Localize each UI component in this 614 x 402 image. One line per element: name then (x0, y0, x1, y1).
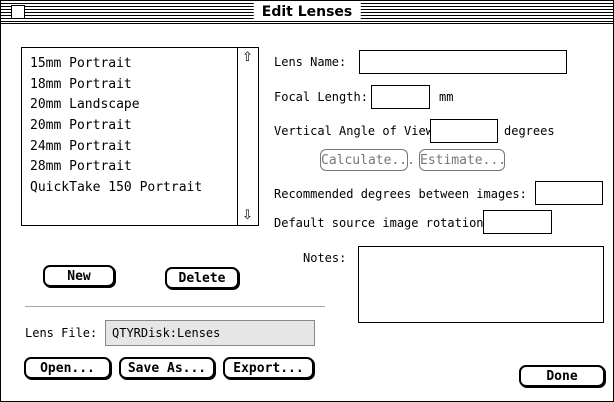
save-as-button[interactable]: Save As... (119, 357, 215, 379)
notes-label: Notes: (303, 251, 347, 265)
rotation-label: Default source image rotation: (274, 216, 491, 230)
focal-length-unit: mm (439, 90, 454, 104)
window-title: Edit Lenses (253, 3, 361, 21)
recommended-degrees-label: Recommended degrees between images: (274, 187, 527, 201)
vertical-angle-field[interactable] (430, 119, 498, 143)
lens-list-item[interactable]: 20mm Landscape (30, 95, 258, 116)
rotation-field[interactable] (483, 210, 552, 234)
vertical-angle-unit: degrees (504, 124, 555, 138)
edit-lenses-window: Edit Lenses 15mm Portrait 18mm Portrait 20… (0, 0, 614, 402)
vertical-angle-label: Vertical Angle of View: (274, 124, 441, 138)
lens-list-item[interactable]: QuickTake 150 Portrait (30, 178, 258, 199)
lens-name-field[interactable] (359, 50, 567, 74)
notes-field[interactable] (358, 246, 604, 323)
lens-list-item[interactable]: 18mm Portrait (30, 75, 258, 96)
delete-button[interactable]: Delete (165, 267, 239, 289)
recommended-degrees-field[interactable] (535, 181, 603, 205)
lens-file-label: Lens File: (25, 326, 98, 340)
focal-length-field[interactable] (371, 85, 430, 109)
focal-length-label: Focal Length: (274, 90, 368, 104)
lens-list-scrollbar[interactable]: ⇧ ⇩ (237, 48, 258, 225)
lens-list-item[interactable]: 24mm Portrait (30, 137, 258, 158)
lens-list-items: 15mm Portrait 18mm Portrait 20mm Landscape… (22, 48, 258, 199)
done-button[interactable]: Done (519, 365, 605, 387)
scroll-up-arrow-icon[interactable]: ⇧ (240, 50, 255, 65)
scroll-down-arrow-icon[interactable]: ⇩ (240, 208, 255, 223)
lens-list-item[interactable]: 28mm Portrait (30, 157, 258, 178)
title-bar[interactable]: Edit Lenses (1, 1, 613, 24)
export-button[interactable]: Export... (223, 357, 314, 379)
separator-line (25, 306, 325, 307)
estimate-button[interactable]: Estimate... (419, 149, 506, 171)
lens-file-field: QTYRDisk:Lenses (105, 320, 315, 346)
new-button[interactable]: New (43, 265, 115, 287)
calculate-button[interactable]: Calculate... (320, 149, 415, 171)
lens-list-item[interactable]: 20mm Portrait (30, 116, 258, 137)
lens-name-label: Lens Name: (274, 55, 347, 69)
open-button[interactable]: Open... (24, 357, 111, 379)
lens-list[interactable]: 15mm Portrait 18mm Portrait 20mm Landscape… (21, 47, 259, 226)
lens-list-item[interactable]: 15mm Portrait (30, 54, 258, 75)
close-box[interactable] (11, 5, 25, 19)
